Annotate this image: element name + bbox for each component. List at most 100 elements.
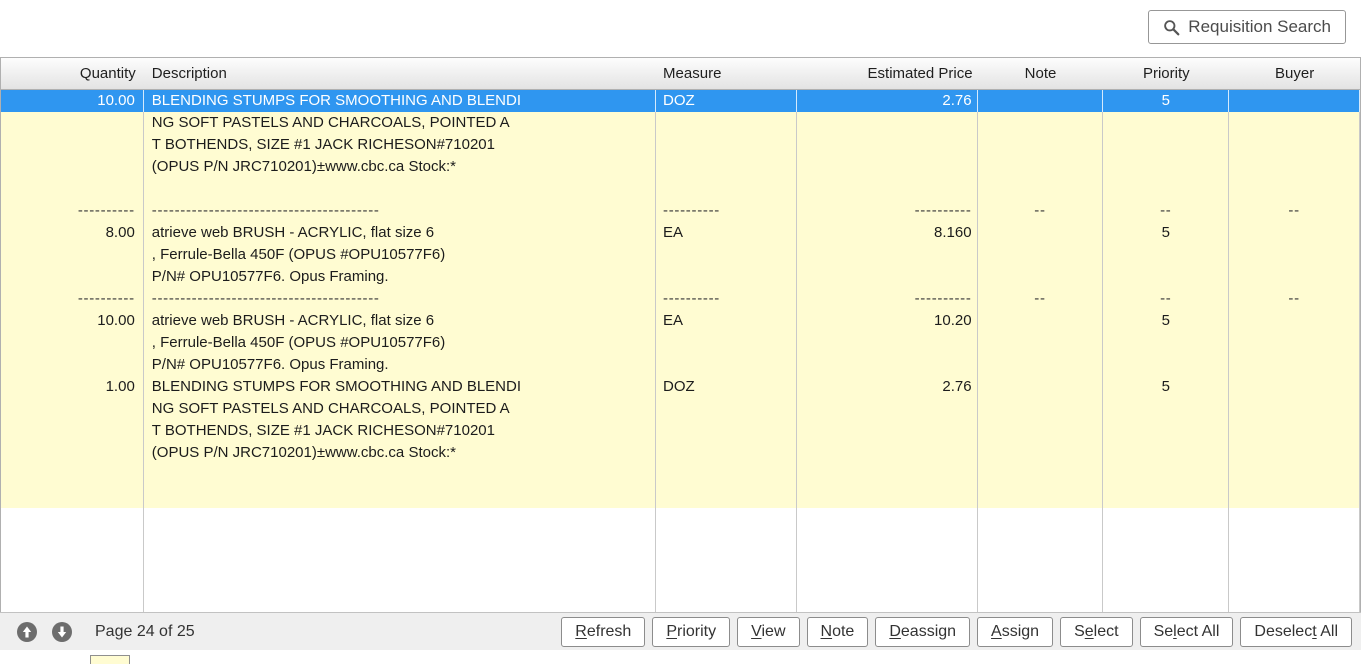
- cell-priority: [1103, 398, 1229, 420]
- cell-description: (OPUS P/N JRC710201)±www.cbc.ca Stock:*: [144, 156, 656, 178]
- cell-quantity: [1, 442, 144, 464]
- cell-buyer: --: [1229, 200, 1360, 222]
- table-row[interactable]: NG SOFT PASTELS AND CHARCOALS, POINTED A: [1, 398, 1360, 420]
- priority-button[interactable]: Priority: [652, 617, 730, 647]
- cell-buyer: [1229, 90, 1360, 112]
- cell-price: [797, 442, 978, 464]
- cell-note: --: [978, 200, 1104, 222]
- view-button[interactable]: View: [737, 617, 799, 647]
- cell-note: --: [978, 288, 1104, 310]
- cell-buyer: [1229, 332, 1360, 354]
- cell-buyer: [1229, 244, 1360, 266]
- cell-price: [797, 464, 978, 486]
- cell-description: atrieve web BRUSH - ACRYLIC, flat size 6: [144, 222, 656, 244]
- table-row-selected[interactable]: 10.00BLENDING STUMPS FOR SMOOTHING AND B…: [1, 90, 1360, 112]
- cell-description: atrieve web BRUSH - ACRYLIC, flat size 6: [144, 310, 656, 332]
- cell-measure: ----------: [656, 288, 797, 310]
- table-empty-area: [1, 508, 1360, 612]
- page-down-button[interactable]: [52, 622, 72, 642]
- cell-buyer: [1229, 222, 1360, 244]
- requisition-screen: Requisition Search QuantityDescriptionMe…: [0, 0, 1361, 664]
- refresh-button[interactable]: Refresh: [561, 617, 645, 647]
- table-row[interactable]: 1.00BLENDING STUMPS FOR SMOOTHING AND BL…: [1, 376, 1360, 398]
- table-row[interactable]: T BOTHENDS, SIZE #1 JACK RICHESON#710201: [1, 134, 1360, 156]
- cell-quantity: ----------: [1, 288, 144, 310]
- table-row[interactable]: [1, 178, 1360, 200]
- table-row[interactable]: NG SOFT PASTELS AND CHARCOALS, POINTED A: [1, 112, 1360, 134]
- table-row[interactable]: [1, 464, 1360, 486]
- deassign-button[interactable]: Deassign: [875, 617, 970, 647]
- requisition-search-button[interactable]: Requisition Search: [1148, 10, 1346, 44]
- footer-bar: Page 24 of 25 RefreshPriorityView NoteDea…: [0, 612, 1361, 650]
- cell-measure: [656, 244, 797, 266]
- cell-quantity: [1, 178, 144, 200]
- table-row[interactable]: P/N# OPU10577F6. Opus Framing.: [1, 266, 1360, 288]
- table-row[interactable]: 10.00atrieve web BRUSH - ACRYLIC, flat s…: [1, 310, 1360, 332]
- cell-buyer: [1229, 420, 1360, 442]
- cell-measure: [656, 178, 797, 200]
- cell-price: [797, 134, 978, 156]
- cell-note: [978, 398, 1104, 420]
- select-all-button[interactable]: Select All: [1140, 617, 1234, 647]
- deselect-all-button[interactable]: Deselect All: [1240, 617, 1352, 647]
- cell-note: [978, 442, 1104, 464]
- search-icon: [1163, 19, 1180, 36]
- cell-note: [978, 156, 1104, 178]
- column-header-priority: Priority: [1103, 58, 1229, 90]
- note-button[interactable]: Note: [807, 617, 869, 647]
- table-row[interactable]: ----------------------------------------…: [1, 288, 1360, 310]
- page-up-button[interactable]: [17, 622, 37, 642]
- cell-description: (OPUS P/N JRC710201)±www.cbc.ca Stock:*: [144, 442, 656, 464]
- cell-priority: [1103, 420, 1229, 442]
- empty-cell-buyer: [1229, 508, 1360, 612]
- cell-price: 2.76: [797, 90, 978, 112]
- cell-note: [978, 332, 1104, 354]
- table-row[interactable]: P/N# OPU10577F6. Opus Framing.: [1, 354, 1360, 376]
- table-row[interactable]: T BOTHENDS, SIZE #1 JACK RICHESON#710201: [1, 420, 1360, 442]
- cell-buyer: [1229, 112, 1360, 134]
- cell-description: T BOTHENDS, SIZE #1 JACK RICHESON#710201: [144, 420, 656, 442]
- pager: [17, 613, 72, 651]
- cell-priority: 5: [1103, 90, 1229, 112]
- cell-price: [797, 354, 978, 376]
- cell-priority: [1103, 156, 1229, 178]
- cell-note: [978, 90, 1104, 112]
- empty-cell-quantity: [1, 508, 144, 612]
- cell-description: [144, 486, 656, 508]
- table-row[interactable]: 8.00atrieve web BRUSH - ACRYLIC, flat si…: [1, 222, 1360, 244]
- cell-quantity: [1, 112, 144, 134]
- assign-button[interactable]: Assign: [977, 617, 1053, 647]
- cell-description: [144, 178, 656, 200]
- table-row[interactable]: [1, 486, 1360, 508]
- cell-quantity: [1, 420, 144, 442]
- table-row[interactable]: (OPUS P/N JRC710201)±www.cbc.ca Stock:*: [1, 442, 1360, 464]
- empty-cell-note: [978, 508, 1104, 612]
- cell-description: ----------------------------------------: [144, 288, 656, 310]
- table-row[interactable]: (OPUS P/N JRC710201)±www.cbc.ca Stock:*: [1, 156, 1360, 178]
- page-indicator: Page 24 of 25: [95, 613, 195, 651]
- cell-price: 10.20: [797, 310, 978, 332]
- column-header-price: Estimated Price: [797, 58, 978, 90]
- cell-price: [797, 244, 978, 266]
- cell-measure: [656, 156, 797, 178]
- cell-buyer: [1229, 442, 1360, 464]
- cell-description: P/N# OPU10577F6. Opus Framing.: [144, 266, 656, 288]
- footer-buttons: RefreshPriorityViewNoteDeassignAssignSel…: [561, 613, 1352, 651]
- cell-price: [797, 420, 978, 442]
- cell-price: 2.76: [797, 376, 978, 398]
- cell-description: ----------------------------------------: [144, 200, 656, 222]
- cell-quantity: ----------: [1, 200, 144, 222]
- cell-measure: EA: [656, 310, 797, 332]
- empty-cell-priority: [1103, 508, 1229, 612]
- cell-price: [797, 178, 978, 200]
- cell-measure: [656, 486, 797, 508]
- column-header-note: Note: [978, 58, 1104, 90]
- cell-quantity: [1, 398, 144, 420]
- cell-quantity: [1, 354, 144, 376]
- cell-quantity: [1, 134, 144, 156]
- table-row[interactable]: , Ferrule-Bella 450F (OPUS #OPU10577F6): [1, 332, 1360, 354]
- table-row[interactable]: ----------------------------------------…: [1, 200, 1360, 222]
- table-row[interactable]: , Ferrule-Bella 450F (OPUS #OPU10577F6): [1, 244, 1360, 266]
- select-button[interactable]: Select: [1060, 617, 1132, 647]
- cell-quantity: 10.00: [1, 310, 144, 332]
